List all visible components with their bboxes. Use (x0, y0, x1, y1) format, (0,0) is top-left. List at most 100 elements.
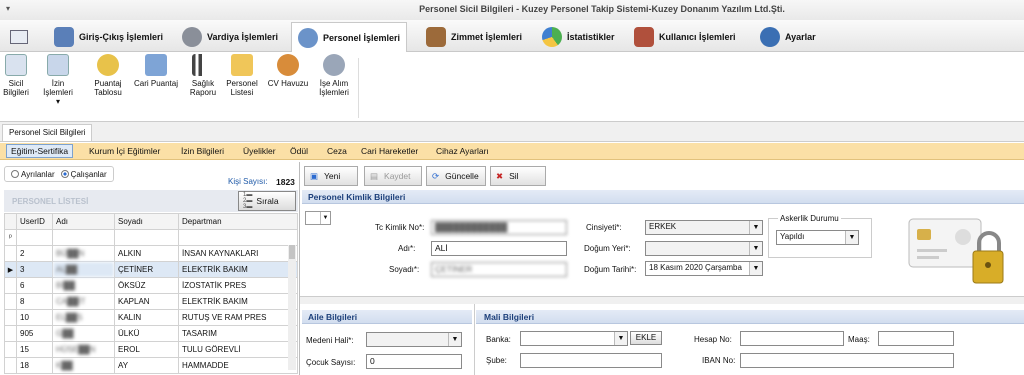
subtab-cihaz-ayarlari[interactable]: Cihaz Ayarları (436, 146, 489, 156)
table-cell[interactable]: 2 (16, 245, 53, 262)
column-header[interactable]: Adı (52, 213, 115, 230)
table-cell[interactable]: İNSAN KAYNAKLARI (178, 245, 298, 262)
subtab-odul[interactable]: Ödül (290, 146, 308, 156)
table-cell[interactable]: G██ (52, 325, 115, 342)
column-header[interactable]: Soyadı (114, 213, 179, 230)
table-cell[interactable]: 10 (16, 309, 53, 326)
chevron-down-icon: ▼ (448, 333, 461, 346)
table-cell[interactable]: RUTUŞ VE RAM PRES (178, 309, 298, 326)
table-cell[interactable]: EROL (114, 341, 179, 358)
new-button[interactable]: ▣ Yeni (304, 166, 358, 186)
table-row[interactable]: 10 EL██S KALIN RUTUŞ VE RAM PRES (4, 309, 298, 326)
table-cell[interactable]: ELEKTRİK BAKIM (178, 293, 298, 310)
table-cell[interactable]: ELEKTRİK BAKIM (178, 261, 298, 278)
table-cell[interactable]: TULU GÖREVLİ (178, 341, 298, 358)
table-cell[interactable]: 6 (16, 277, 53, 294)
table-cell[interactable]: EL██S (52, 309, 115, 326)
izin-islemleri-button[interactable]: İzin İşlemleri ▾ (36, 54, 80, 106)
puantaj-tablosu-button[interactable]: Puantaj Tablosu (90, 54, 126, 97)
update-button[interactable]: ⟳ Güncelle (426, 166, 486, 186)
table-cell[interactable]: ÖKSÜZ (114, 277, 179, 294)
military-select[interactable]: Yapıldı ▼ (776, 230, 859, 245)
table-cell[interactable]: İZOSTATİK PRES (178, 277, 298, 294)
column-header[interactable]: UserID (16, 213, 53, 230)
bank-select[interactable]: ▼ (520, 331, 628, 346)
saglik-raporu-button[interactable]: Sağlık Raporu (186, 54, 220, 97)
table-row[interactable]: 18 K██ AY HAMMADDE (4, 357, 298, 374)
gender-select[interactable]: ERKEK ▼ (645, 220, 763, 235)
table-cell[interactable]: AL██ (52, 261, 115, 278)
radio-ayrilanlar[interactable]: Ayrılanlar (11, 169, 55, 179)
app-menu-button[interactable] (4, 22, 38, 51)
ise-alim-button[interactable]: İşe Alım İşlemleri (314, 54, 354, 97)
sicil-bilgileri-button[interactable]: Sicil Bilgileri (2, 54, 30, 97)
tab-zimmet[interactable]: Zimmet İşlemleri (420, 22, 528, 51)
salary-field[interactable] (878, 331, 954, 346)
table-row[interactable]: 2 BÜ██N ALKIN İNSAN KAYNAKLARI (4, 245, 298, 262)
tc-field[interactable]: ████████████ (431, 220, 567, 235)
table-cell[interactable]: K██ (52, 357, 115, 374)
surname-field[interactable]: ÇETİNER (431, 262, 567, 277)
subtab-cari-hareketler[interactable]: Cari Hareketler (361, 146, 418, 156)
table-cell[interactable]: TASARIM (178, 325, 298, 342)
table-scrollbar[interactable] (288, 245, 296, 370)
table-row[interactable]: 8 CA██İT KAPLAN ELEKTRİK BAKIM (4, 293, 298, 310)
filter-cell[interactable] (178, 229, 298, 246)
table-cell[interactable]: AY (114, 357, 179, 374)
tab-ayarlar[interactable]: Ayarlar (754, 22, 822, 51)
sort-button[interactable]: 1▬ 2▬ 3▬ Sırala (238, 191, 296, 211)
tab-giris-cikis[interactable]: Giriş-Çıkış İşlemleri (48, 22, 169, 51)
table-cell[interactable]: BÜ██N (52, 245, 115, 262)
table-cell[interactable]: Bİ██ (52, 277, 115, 294)
branch-field[interactable] (520, 353, 662, 368)
filter-cell[interactable] (16, 229, 53, 246)
birthdate-picker[interactable]: 18 Kasım 2020 Çarşamba ▼ (645, 261, 763, 276)
iban-field[interactable] (740, 353, 954, 368)
birthplace-select[interactable]: ▼ (645, 241, 763, 256)
row-indicator (4, 277, 17, 294)
subtab-uyelikler[interactable]: Üyelikler (243, 146, 276, 156)
table-row[interactable]: 6 Bİ██ ÖKSÜZ İZOSTATİK PRES (4, 277, 298, 294)
table-cell[interactable]: 18 (16, 357, 53, 374)
table-cell[interactable]: CA██İT (52, 293, 115, 310)
subtab-kurum-ici[interactable]: Kurum İçi Eğitimler (89, 146, 160, 156)
radio-calisanlar[interactable]: Çalışanlar (60, 169, 107, 179)
column-header[interactable]: Departman (178, 213, 298, 230)
filter-cell[interactable] (114, 229, 179, 246)
name-field[interactable]: ALİ (431, 241, 567, 256)
personel-listesi-button[interactable]: Personel Listesi (224, 54, 260, 97)
table-cell[interactable]: 3 (16, 261, 53, 278)
table-cell[interactable]: HÜSE██N (52, 341, 115, 358)
tab-personel[interactable]: Personel İşlemleri (291, 22, 408, 53)
table-cell[interactable]: KALIN (114, 309, 179, 326)
tab-vardiya[interactable]: Vardiya İşlemleri (176, 22, 284, 51)
table-cell[interactable]: 8 (16, 293, 53, 310)
table-cell[interactable]: 15 (16, 341, 53, 358)
table-cell[interactable]: ÜLKÜ (114, 325, 179, 342)
subtab-egitim-sertifika[interactable]: Eğitim-Sertifika (6, 144, 74, 158)
filter-cell[interactable] (52, 229, 115, 246)
scrollbar-thumb[interactable] (289, 245, 295, 259)
cari-puantaj-button[interactable]: Cari Puantaj (132, 54, 180, 88)
tab-kullanici[interactable]: Kullanıcı İşlemleri (628, 22, 742, 51)
table-cell[interactable]: ÇETİNER (114, 261, 179, 278)
table-cell[interactable]: HAMMADDE (178, 357, 298, 374)
children-field[interactable]: 0 (366, 354, 462, 369)
delete-button[interactable]: ✖ Sil (490, 166, 546, 186)
cv-havuzu-button[interactable]: CV Havuzu (266, 54, 310, 88)
document-tab[interactable]: Personel Sicil Bilgileri (2, 124, 93, 142)
table-row[interactable]: ▶ 3 AL██ ÇETİNER ELEKTRİK BAKIM (4, 261, 298, 278)
subtab-izin-bilgileri[interactable]: İzin Bilgileri (181, 146, 224, 156)
table-row[interactable]: 15 HÜSE██N EROL TULU GÖREVLİ (4, 341, 298, 358)
save-button[interactable]: ▤ Kaydet (364, 166, 422, 186)
tab-istatistikler[interactable]: İstatistikler (536, 22, 621, 51)
table-cell[interactable]: 905 (16, 325, 53, 342)
table-row[interactable]: 905 G██ ÜLKÜ TASARIM (4, 325, 298, 342)
account-no-field[interactable] (740, 331, 844, 346)
subtab-ceza[interactable]: Ceza (327, 146, 347, 156)
photo-dropdown[interactable]: ▼ (305, 211, 331, 225)
add-bank-button[interactable]: EKLE (630, 331, 662, 345)
table-cell[interactable]: ALKIN (114, 245, 179, 262)
marital-select[interactable]: ▼ (366, 332, 462, 347)
table-cell[interactable]: KAPLAN (114, 293, 179, 310)
